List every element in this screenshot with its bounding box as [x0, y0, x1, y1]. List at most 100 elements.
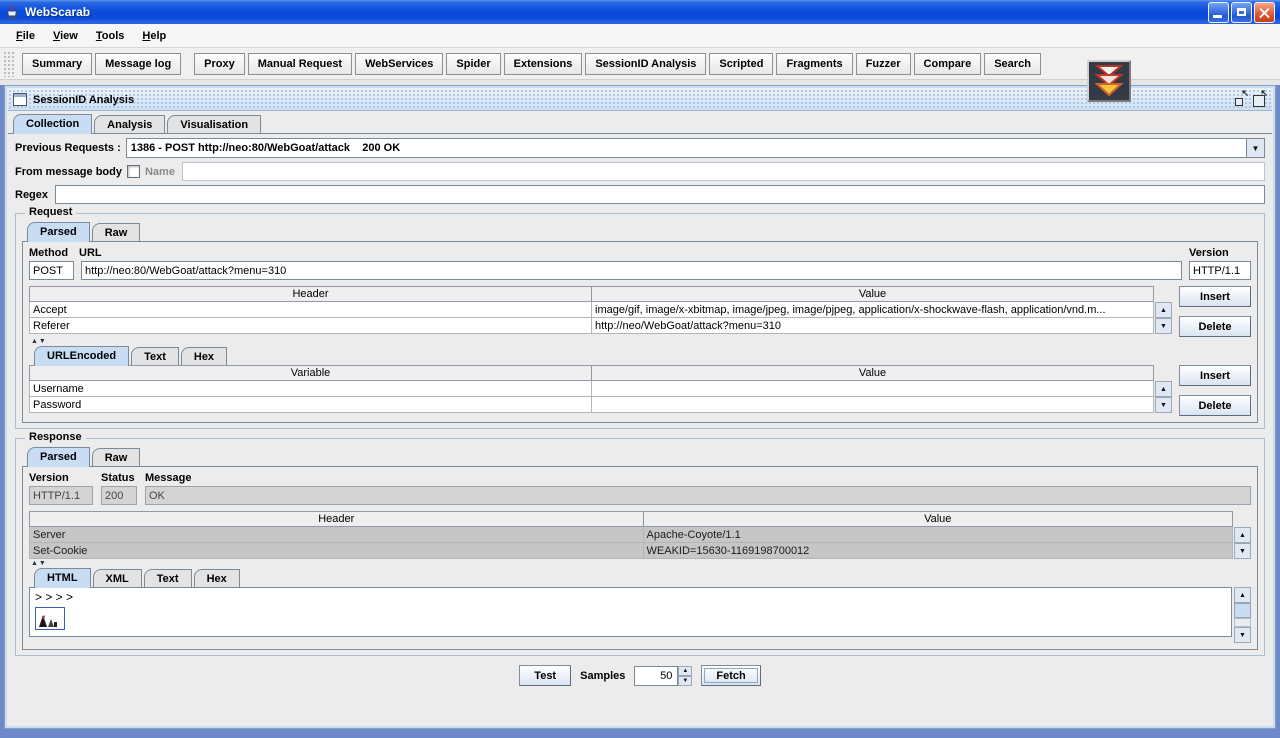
frame-titlebar[interactable]: SessionID Analysis ↖ ↖	[8, 89, 1272, 111]
tab-visualisation[interactable]: Visualisation	[167, 115, 261, 133]
body-tab-hex[interactable]: Hex	[181, 347, 227, 365]
tab-collection[interactable]: Collection	[13, 114, 92, 134]
table-row[interactable]: Set-Cookie WEAKID=15630-1169198700012	[30, 543, 1233, 559]
request-header-buttons: Insert Delete	[1179, 286, 1251, 337]
name-input[interactable]	[182, 162, 1265, 181]
delete-param-button[interactable]: Delete	[1179, 395, 1251, 416]
maximize-button[interactable]	[1231, 2, 1252, 23]
header-column[interactable]: Header	[30, 287, 592, 302]
tab-analysis[interactable]: Analysis	[94, 115, 165, 133]
toolbar-scripted[interactable]: Scripted	[709, 53, 773, 75]
method-input[interactable]: POST	[29, 261, 74, 280]
scroll-down-icon[interactable]: ▼	[1155, 397, 1172, 413]
table-row[interactable]: Referer http://neo/WebGoat/attack?menu=3…	[30, 318, 1154, 334]
frame-minimize-button[interactable]: ↖	[1233, 92, 1248, 107]
content-tab-xml[interactable]: XML	[93, 569, 142, 587]
scrollbar-thumb[interactable]	[1234, 603, 1251, 618]
table-row[interactable]: Password	[30, 397, 1154, 413]
desktop-pane: SessionID Analysis ↖ ↖ Collection Analys…	[0, 80, 1280, 738]
toolbar-proxy[interactable]: Proxy	[194, 53, 245, 75]
menu-tools[interactable]: Tools	[87, 26, 134, 46]
scroll-up-icon[interactable]: ▲	[1234, 587, 1251, 603]
name-label: Name	[145, 166, 175, 178]
scroll-up-icon[interactable]: ▲	[1234, 527, 1251, 543]
toolbar-spider[interactable]: Spider	[446, 53, 500, 75]
request-version-label: Version	[1189, 247, 1251, 259]
minimize-icon	[1213, 15, 1222, 18]
scroll-down-icon[interactable]: ▼	[1234, 627, 1251, 643]
menu-file[interactable]: File	[7, 26, 44, 46]
toolbar-extensions[interactable]: Extensions	[504, 53, 583, 75]
request-field-labels: Method URL Version	[29, 247, 1251, 259]
response-headers-scrollbar[interactable]: ▲ ▼	[1234, 511, 1251, 559]
scroll-up-icon[interactable]: ▲	[1155, 302, 1172, 318]
spinner-up-icon[interactable]: ▲	[678, 666, 692, 676]
body-tab-urlencoded[interactable]: URLEncoded	[34, 346, 129, 366]
value-column[interactable]: Value	[643, 512, 1232, 527]
toolbar-summary[interactable]: Summary	[22, 53, 92, 75]
insert-param-button[interactable]: Insert	[1179, 365, 1251, 386]
java-app-icon	[4, 4, 20, 20]
toolbar-message-log[interactable]: Message log	[95, 53, 181, 75]
delete-header-button[interactable]: Delete	[1179, 316, 1251, 337]
footer-controls: Test Samples 50 ▲ ▼ Fetch	[8, 665, 1272, 686]
toolbar-manual-request[interactable]: Manual Request	[248, 53, 352, 75]
frame-maximize-button[interactable]: ↖	[1252, 92, 1267, 107]
value-column[interactable]: Value	[592, 366, 1154, 381]
scroll-down-icon[interactable]: ▼	[1155, 318, 1172, 334]
request-tab-parsed[interactable]: Parsed	[27, 222, 90, 242]
spinner-down-icon[interactable]: ▼	[678, 676, 692, 686]
toolbar-drag-handle[interactable]	[3, 51, 16, 77]
table-row[interactable]: Accept image/gif, image/x-xbitmap, image…	[30, 302, 1154, 318]
response-headers-table[interactable]: Header Value Server Apache-Coyote/1.1 Se…	[29, 511, 1233, 559]
value-column[interactable]: Value	[592, 287, 1154, 302]
table-row[interactable]: Username	[30, 381, 1154, 397]
content-tab-html[interactable]: HTML	[34, 568, 91, 588]
toolbar-sessionid-analysis[interactable]: SessionID Analysis	[585, 53, 706, 75]
fetch-button[interactable]: Fetch	[701, 665, 760, 686]
content-tab-text[interactable]: Text	[144, 569, 192, 587]
method-label: Method	[29, 247, 79, 259]
response-html-area: > > > > ▲	[29, 587, 1251, 643]
message-field: OK	[145, 486, 1251, 505]
variable-column[interactable]: Variable	[30, 366, 592, 381]
broken-image-icon	[35, 607, 65, 630]
content-tab-hex[interactable]: Hex	[194, 569, 240, 587]
header-column[interactable]: Header	[30, 512, 644, 527]
frame-tabbar: Collection Analysis Visualisation	[8, 111, 1272, 133]
regex-input[interactable]	[55, 185, 1265, 204]
request-group: Request Parsed Raw Method URL Version PO…	[15, 213, 1265, 429]
minimize-button[interactable]	[1208, 2, 1229, 23]
body-tab-text[interactable]: Text	[131, 347, 179, 365]
toolbar-fuzzer[interactable]: Fuzzer	[856, 53, 911, 75]
insert-header-button[interactable]: Insert	[1179, 286, 1251, 307]
combo-dropdown-button[interactable]: ▼	[1246, 139, 1264, 157]
response-tab-raw[interactable]: Raw	[92, 448, 141, 466]
toolbar-search[interactable]: Search	[984, 53, 1041, 75]
test-button[interactable]: Test	[519, 665, 571, 686]
request-params-scrollbar[interactable]: ▲ ▼	[1155, 365, 1172, 413]
request-headers-table[interactable]: Header Value Accept image/gif, image/x-x…	[29, 286, 1154, 334]
request-tab-raw[interactable]: Raw	[92, 223, 141, 241]
request-params-table[interactable]: Variable Value Username Password	[29, 365, 1154, 413]
previous-requests-combobox[interactable]: 1386 - POST http://neo:80/WebGoat/attack…	[126, 138, 1265, 158]
toolbar-webservices[interactable]: WebServices	[355, 53, 443, 75]
url-input[interactable]: http://neo:80/WebGoat/attack?menu=310	[81, 261, 1182, 280]
table-row[interactable]: Server Apache-Coyote/1.1	[30, 527, 1233, 543]
close-button[interactable]	[1254, 2, 1275, 23]
response-tab-parsed[interactable]: Parsed	[27, 447, 90, 467]
request-version-input[interactable]: HTTP/1.1	[1189, 261, 1251, 280]
toolbar-fragments[interactable]: Fragments	[776, 53, 852, 75]
message-label: Message	[145, 472, 1251, 484]
scroll-down-icon[interactable]: ▼	[1234, 543, 1251, 559]
html-content-view[interactable]: > > > >	[29, 587, 1232, 637]
scroll-up-icon[interactable]: ▲	[1155, 381, 1172, 397]
from-message-body-checkbox[interactable]	[127, 165, 140, 178]
toolbar-compare[interactable]: Compare	[914, 53, 982, 75]
menu-help[interactable]: Help	[133, 26, 175, 46]
html-scrollbar[interactable]: ▲ ▼	[1234, 587, 1251, 643]
table-header-row: Header Value	[30, 287, 1154, 302]
samples-input[interactable]: 50	[634, 666, 678, 686]
request-headers-scrollbar[interactable]: ▲ ▼	[1155, 286, 1172, 334]
menu-view[interactable]: View	[44, 26, 87, 46]
